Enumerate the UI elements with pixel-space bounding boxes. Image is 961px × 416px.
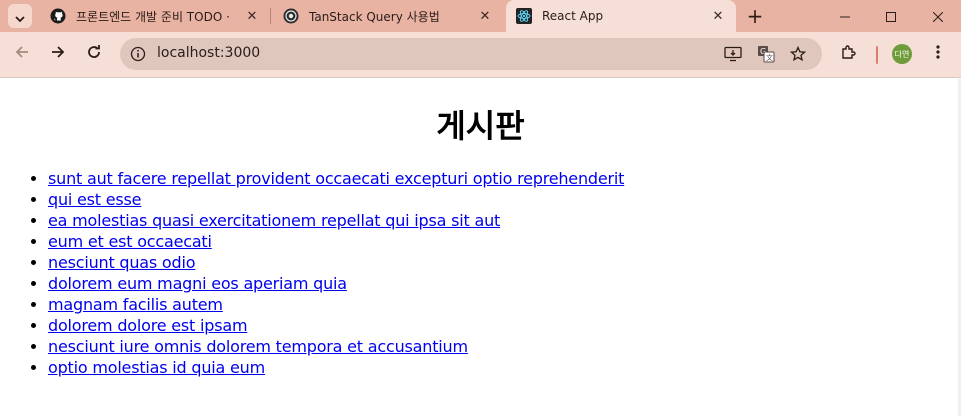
post-link[interactable]: qui est esse — [48, 190, 142, 209]
chevron-down-icon — [15, 7, 25, 26]
post-link[interactable]: magnam facilis autem — [48, 295, 223, 314]
translate-icon[interactable]: G文 — [756, 44, 776, 64]
url-text[interactable]: localhost:3000 — [157, 45, 260, 61]
close-icon[interactable]: ✕ — [710, 8, 726, 24]
list-item: optio molestias id quia eum — [48, 357, 624, 378]
list-item: ea molestias quasi exercitationem repell… — [48, 210, 624, 231]
list-item: dolorem eum magni eos aperiam quia — [48, 273, 624, 294]
browser-toolbar: localhost:3000 G文 다연 — [0, 32, 961, 78]
list-item: sunt aut facere repellat provident occae… — [48, 168, 624, 189]
svg-text:文: 文 — [766, 53, 773, 62]
page-content: 게시판 sunt aut facere repellat provident o… — [0, 79, 961, 416]
toolbar-divider — [876, 46, 878, 64]
arrow-left-icon — [14, 44, 30, 64]
list-item: magnam facilis autem — [48, 294, 624, 315]
minimize-button[interactable] — [822, 0, 868, 32]
reload-button[interactable] — [80, 40, 108, 68]
tab-search-button[interactable] — [8, 4, 32, 28]
post-link[interactable]: eum et est occaecati — [48, 232, 212, 251]
menu-button[interactable] — [924, 40, 952, 68]
post-link[interactable]: dolorem dolore est ipsam — [48, 316, 248, 335]
tab-separator — [270, 8, 271, 24]
arrow-right-icon — [50, 44, 66, 64]
more-vertical-icon — [936, 44, 940, 64]
post-link[interactable]: optio molestias id quia eum — [48, 358, 265, 377]
post-link[interactable]: nesciunt quas odio — [48, 253, 196, 272]
tab-github[interactable]: 프론트엔드 개발 준비 TODO · ✕ — [40, 0, 270, 32]
extensions-button[interactable] — [834, 40, 862, 68]
close-icon[interactable]: ✕ — [244, 8, 260, 24]
bookmark-star-icon[interactable] — [788, 44, 808, 64]
tab-strip: 프론트엔드 개발 준비 TODO · ✕ TanStack Query 사용법 … — [0, 0, 961, 32]
list-item: dolorem dolore est ipsam — [48, 315, 624, 336]
plus-icon: + — [746, 4, 764, 28]
reload-icon — [86, 44, 102, 64]
address-bar[interactable]: localhost:3000 G文 — [120, 38, 822, 70]
post-list: sunt aut facere repellat provident occae… — [48, 168, 624, 378]
post-link[interactable]: nesciunt iure omnis dolorem tempora et a… — [48, 337, 468, 356]
page-title: 게시판 — [436, 107, 525, 145]
back-button[interactable] — [8, 40, 36, 68]
list-item: nesciunt iure omnis dolorem tempora et a… — [48, 336, 624, 357]
tab-title: TanStack Query 사용법 — [309, 9, 440, 24]
install-app-icon[interactable] — [723, 44, 743, 64]
react-icon — [516, 8, 532, 24]
list-item: eum et est occaecati — [48, 231, 624, 252]
maximize-icon — [886, 7, 896, 26]
tanstack-icon — [283, 8, 299, 24]
new-tab-button[interactable]: + — [743, 4, 767, 28]
tab-title: 프론트엔드 개발 준비 TODO · — [76, 9, 230, 24]
tab-react-app[interactable]: React App ✕ — [506, 0, 736, 32]
site-info-icon[interactable] — [128, 44, 148, 64]
minimize-icon — [840, 7, 850, 26]
post-link[interactable]: dolorem eum magni eos aperiam quia — [48, 274, 347, 293]
forward-button[interactable] — [44, 40, 72, 68]
list-item: nesciunt quas odio — [48, 252, 624, 273]
post-link[interactable]: ea molestias quasi exercitationem repell… — [48, 211, 500, 230]
github-icon — [50, 8, 66, 24]
post-link[interactable]: sunt aut facere repellat provident occae… — [48, 169, 624, 188]
close-icon — [932, 7, 943, 26]
maximize-button[interactable] — [868, 0, 914, 32]
tab-title: React App — [542, 9, 604, 23]
puzzle-icon — [840, 44, 856, 64]
close-window-button[interactable] — [914, 0, 961, 32]
close-icon[interactable]: ✕ — [477, 8, 493, 24]
profile-avatar[interactable]: 다연 — [892, 44, 912, 64]
tab-tanstack[interactable]: TanStack Query 사용법 ✕ — [273, 0, 503, 32]
list-item: qui est esse — [48, 189, 624, 210]
